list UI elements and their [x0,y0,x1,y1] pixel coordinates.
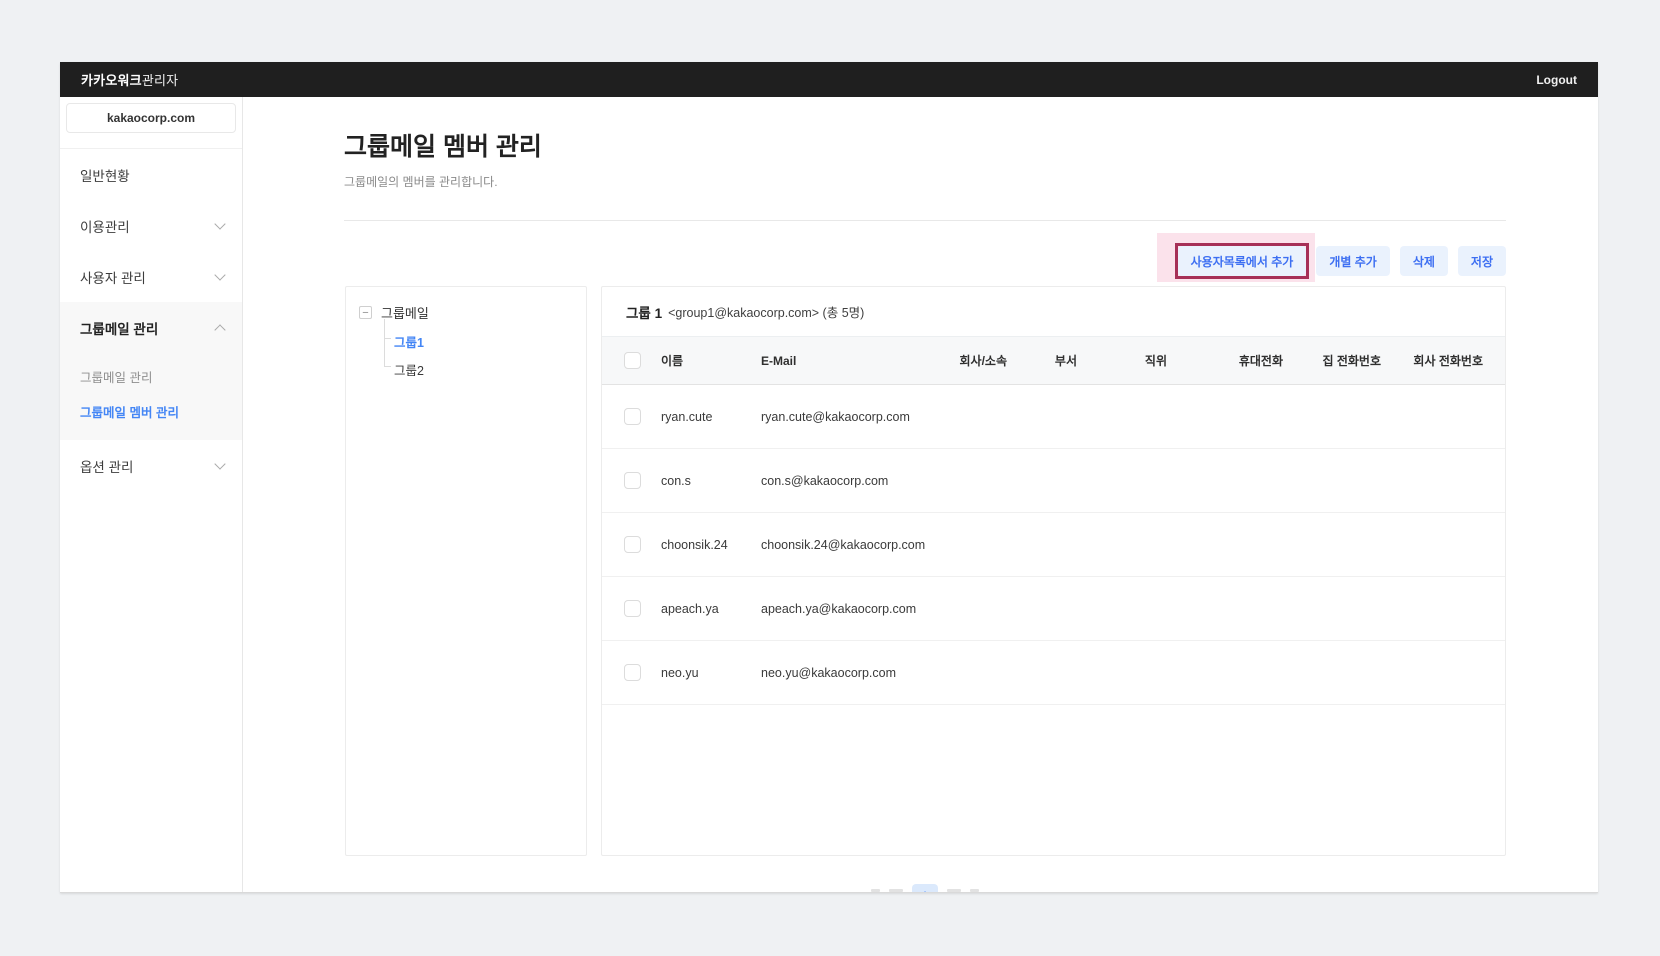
cell-name: neo.yu [661,665,699,680]
cell-email: apeach.ya@kakaocorp.com [761,601,917,616]
tree-connector [384,319,391,339]
select-all-checkbox[interactable] [624,352,641,369]
row-checkbox[interactable] [624,536,641,553]
content-area: 그룹메일 멤버 관리 그룹메일의 멤버를 관리합니다. 사용자목록에서 추가 개… [243,97,1598,892]
sidebar-subitem-groupmail-manage[interactable]: 그룹메일 관리 [60,359,242,394]
admin-window: 카카오워크관리자 Logout kakaocorp.com 일반현황 이용관리 … [60,62,1598,893]
cell-email: neo.yu@kakaocorp.com [761,665,896,680]
sidebar-item-options[interactable]: 옵션 관리 [60,440,242,491]
sidebar-item-groupmail[interactable]: 그룹메일 관리 [60,302,242,353]
chevron-up-icon [214,323,226,336]
group-meta: <group1@kakaocorp.com> (총 5명) [668,306,865,320]
tree-root-row: − 그룹메일 [359,303,429,322]
section-divider [344,220,1506,221]
group-header: 그룹 1 <group1@kakaocorp.com> (총 5명) [602,287,1505,337]
pagination-prev-icon[interactable] [871,889,880,892]
sidebar: kakaocorp.com 일반현황 이용관리 사용자 관리 그룹메일 관리 그… [60,97,243,892]
column-header-position: 직위 [1144,354,1167,368]
toolbar: 사용자목록에서 추가 개별 추가 삭제 저장 [344,233,1506,282]
column-header-mobile: 휴대전화 [1238,354,1283,368]
group-tree-panel: − 그룹메일 그룹1 그룹2 [345,286,587,856]
column-header-email: E-Mail [761,353,797,368]
sidebar-item-label: 일반현황 [80,168,130,184]
pagination-next-icon[interactable] [970,889,979,892]
save-button[interactable]: 저장 [1457,246,1506,276]
member-table-panel: 그룹 1 <group1@kakaocorp.com> (총 5명) 이름 E-… [601,286,1506,856]
group-name: 그룹 1 [626,305,663,321]
chevron-down-icon [214,268,226,281]
brand-suffix: 관리자 [141,73,179,88]
column-header-work-phone: 회사 전화번호 [1413,354,1483,368]
brand-bold: 카카오워크 [81,73,142,88]
brand-logo[interactable]: 카카오워크관리자 [81,70,178,89]
table-row: neo.yu neo.yu@kakaocorp.com [602,641,1505,705]
cell-name: apeach.ya [661,601,719,616]
table-header-row: 이름 E-Mail 회사/소속 부서 직위 휴대전화 집 전화번호 회사 전화번… [602,337,1505,385]
topbar: 카카오워크관리자 Logout [60,62,1598,97]
tree-node-group2[interactable]: 그룹2 [394,360,424,379]
column-header-name: 이름 [661,354,684,368]
domain-selector[interactable]: kakaocorp.com [66,103,236,133]
row-checkbox[interactable] [624,408,641,425]
delete-button[interactable]: 삭제 [1399,246,1448,276]
collapse-minus-icon[interactable]: − [359,306,372,319]
column-header-department: 부서 [1054,354,1077,368]
cell-name: con.s [661,473,691,488]
row-checkbox-cell [602,408,661,425]
header-checkbox-cell [602,352,661,369]
add-from-user-list-button[interactable]: 사용자목록에서 추가 [1177,246,1307,276]
sidebar-item-usage[interactable]: 이용관리 [60,200,242,251]
add-individual-button[interactable]: 개별 추가 [1316,246,1390,276]
cell-email: con.s@kakaocorp.com [761,473,889,488]
sidebar-section-groupmail: 그룹메일 관리 그룹메일 관리 그룹메일 멤버 관리 [60,302,242,440]
column-header-home-phone: 집 전화번호 [1322,354,1381,368]
row-checkbox-cell [602,600,661,617]
sidebar-nav: 일반현황 이용관리 사용자 관리 그룹메일 관리 그룹메일 관리 그룹메일 멤버… [60,149,242,491]
page-subtitle: 그룹메일의 멤버를 관리합니다. [344,175,498,189]
pagination: 1 [865,884,985,892]
cell-email: ryan.cute@kakaocorp.com [761,409,910,424]
table-row: apeach.ya apeach.ya@kakaocorp.com [602,577,1505,641]
table-row: choonsik.24 choonsik.24@kakaocorp.com [602,513,1505,577]
row-checkbox[interactable] [624,600,641,617]
sidebar-subitem-groupmail-member[interactable]: 그룹메일 멤버 관리 [60,394,242,429]
panels: − 그룹메일 그룹1 그룹2 그룹 1 <group1@kakaocorp.co… [345,286,1506,856]
row-checkbox-cell [602,536,661,553]
pagination-mark [947,889,961,892]
sidebar-item-users[interactable]: 사용자 관리 [60,251,242,302]
cell-email: choonsik.24@kakaocorp.com [761,537,926,552]
row-checkbox[interactable] [624,472,641,489]
row-checkbox[interactable] [624,664,641,681]
sidebar-item-overview[interactable]: 일반현황 [60,149,242,200]
highlight-annotation: 사용자목록에서 추가 [1156,233,1316,282]
cell-name: ryan.cute [661,409,713,424]
page-title: 그룹메일 멤버 관리 [344,133,542,161]
chevron-down-icon [214,217,226,230]
logout-button[interactable]: Logout [1536,73,1577,87]
tree-node-group1[interactable]: 그룹1 [394,332,424,351]
sidebar-item-label: 그룹메일 관리 [80,321,159,337]
chevron-down-icon [214,457,226,470]
table-row: con.s con.s@kakaocorp.com [602,449,1505,513]
column-header-company: 회사/소속 [959,354,1008,368]
pagination-current-page[interactable]: 1 [912,884,938,892]
pagination-mark [889,889,903,892]
sidebar-item-label: 이용관리 [80,219,130,235]
cell-name: choonsik.24 [661,537,728,552]
sidebar-item-label: 옵션 관리 [80,459,134,475]
row-checkbox-cell [602,664,661,681]
sidebar-item-label: 사용자 관리 [80,270,146,286]
table-row: ryan.cute ryan.cute@kakaocorp.com [602,385,1505,449]
row-checkbox-cell [602,472,661,489]
